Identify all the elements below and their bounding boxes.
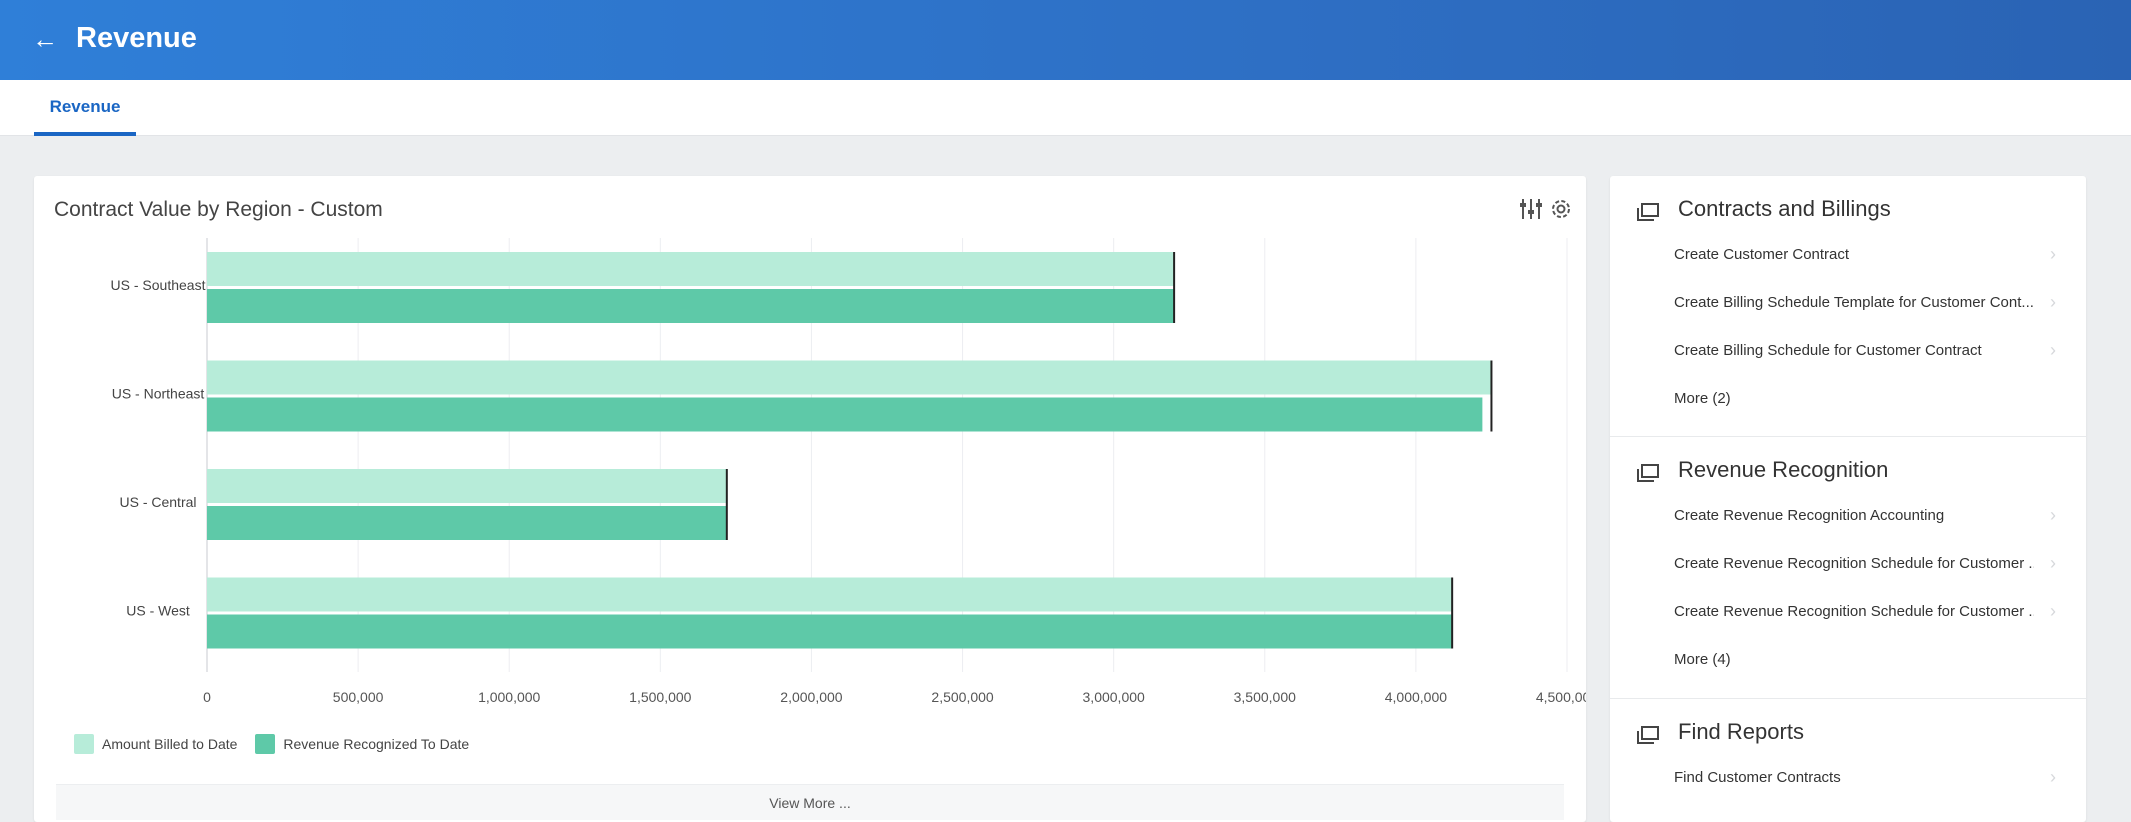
bar [207,506,727,540]
legend-swatch [255,734,276,754]
bar-chart: 0 500,000 1,000,000 1,500,000 2,000,000 2,500… [111,238,1586,705]
view-more-button[interactable]: View More ... [56,784,1564,820]
legend-item-recognized[interactable]: Revenue Recognized To Date [255,734,469,754]
x-tick-label: 1,500,000 [629,689,691,705]
bar [207,577,1453,612]
x-tick-label: 3,500,000 [1234,689,1296,705]
bar [207,614,1453,649]
window-stack-icon [1636,725,1660,745]
legend-swatch [74,734,94,754]
chart-title: Contract Value by Region - Custom [54,198,383,221]
category-label: US - Central [119,494,196,510]
x-tick-label: 1,000,000 [478,689,540,705]
x-tick-label: 4,000,000 [1385,689,1447,705]
action-create-customer-contract[interactable]: Create Customer Contract › [1610,232,2086,280]
bar [207,469,727,503]
x-tick-label: 2,500,000 [931,689,993,705]
legend-label: Amount Billed to Date [102,736,238,752]
more-link[interactable]: More (4) [1610,637,2086,685]
section-revenue-recognition: Revenue Recognition Create Revenue Recog… [1610,436,2086,698]
chevron-right-icon: › [2050,244,2056,264]
section-title: Find Reports [1678,719,1804,744]
legend-label: Revenue Recognized To Date [283,736,470,752]
action-label: Create Revenue Recognition Schedule for … [1674,555,2034,572]
gear-icon[interactable] [1548,196,1574,222]
x-tick-label: 3,000,000 [1083,689,1145,705]
bar [207,397,1483,432]
tab-bar: Revenue [0,80,2131,136]
header-bar: ← Revenue [0,0,2131,80]
action-label: Create Customer Contract [1674,246,1850,263]
chart-legend: Amount Billed to Date Revenue Recognized… [74,732,487,756]
tab-revenue[interactable]: Revenue [34,80,136,136]
action-create-billing-schedule-template[interactable]: Create Billing Schedule Template for Cus… [1610,280,2086,328]
bar [207,289,1175,323]
action-label: Create Revenue Recognition Accounting [1674,507,1945,524]
x-tick-label: 0 [203,689,211,705]
bar [207,360,1492,395]
x-tick-label: 500,000 [333,689,384,705]
category-label: US - West [126,603,190,619]
x-tick-label: 4,500,000 [1536,689,1586,705]
window-stack-icon [1636,463,1660,483]
action-label: Create Revenue Recognition Schedule for … [1674,603,2034,620]
actions-card: Contracts and Billings Create Customer C… [1610,176,2086,822]
chevron-right-icon: › [2050,601,2056,621]
window-stack-icon [1636,202,1660,222]
chevron-right-icon: › [2050,292,2056,312]
x-tick-label: 2,000,000 [780,689,842,705]
action-find-customer-contracts[interactable]: Find Customer Contracts › [1610,755,2086,803]
back-button[interactable]: ← [30,24,60,54]
legend-item-billed[interactable]: Amount Billed to Date [74,734,237,754]
section-title: Contracts and Billings [1678,196,1891,221]
action-label: More (2) [1674,390,1731,407]
section-find-reports: Find Reports Find Customer Contracts › [1610,698,2086,822]
chevron-right-icon: › [2050,553,2056,573]
category-label: US - Northeast [112,386,205,402]
action-create-rev-rec-schedule-1[interactable]: Create Revenue Recognition Schedule for … [1610,541,2086,589]
action-create-rev-rec-schedule-2[interactable]: Create Revenue Recognition Schedule for … [1610,589,2086,637]
chevron-right-icon: › [2050,505,2056,525]
section-title: Revenue Recognition [1678,457,1889,482]
action-label: Create Billing Schedule for Customer Con… [1674,342,1982,359]
action-label: Create Billing Schedule Template for Cus… [1674,294,2034,311]
section-contracts-billings: Contracts and Billings Create Customer C… [1610,176,2086,436]
chevron-right-icon: › [2050,340,2056,360]
action-create-billing-schedule[interactable]: Create Billing Schedule for Customer Con… [1610,328,2086,376]
action-create-rev-rec-accounting[interactable]: Create Revenue Recognition Accounting › [1610,493,2086,541]
action-label: Find Customer Contracts [1674,769,1841,786]
arrow-left-icon: ← [32,24,58,54]
page-title: Revenue [76,22,197,54]
filter-sliders-icon[interactable] [1518,196,1544,222]
bar [207,252,1175,286]
category-label: US - Southeast [111,277,206,293]
chevron-right-icon: › [2050,767,2056,787]
chart-card: Contract Value by Region - Custom 0 500,0… [34,176,1586,822]
action-label: More (4) [1674,651,1731,668]
more-link[interactable]: More (2) [1610,376,2086,424]
